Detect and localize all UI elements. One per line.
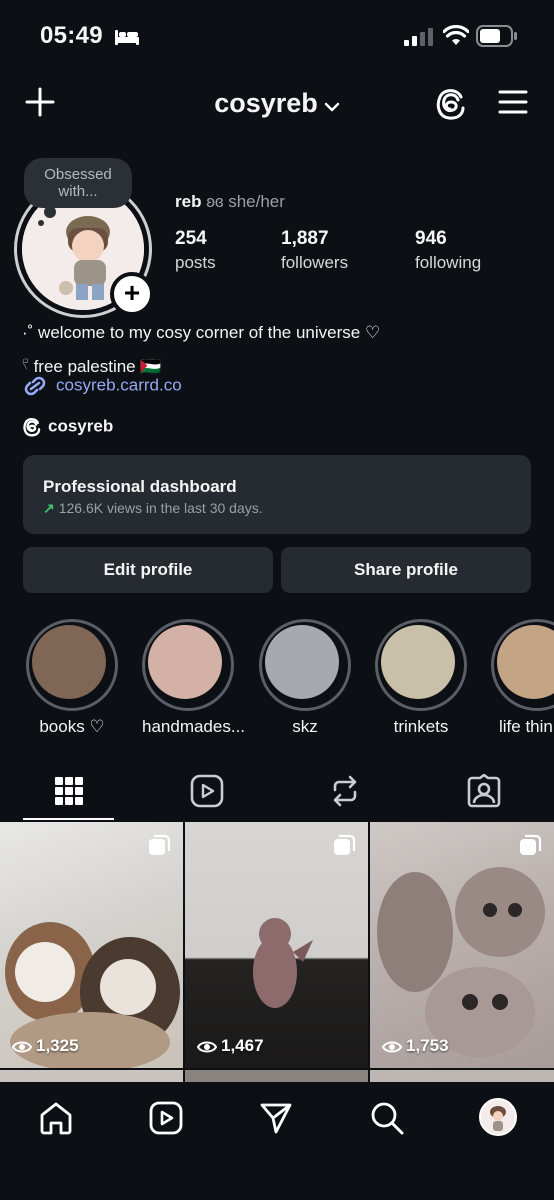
highlight-label: skz (292, 717, 318, 736)
note-tail-small (38, 220, 44, 226)
post-image-3 (377, 867, 545, 1057)
highlight-ring (375, 619, 467, 711)
pronouns: she/her (228, 192, 285, 211)
tab-reels[interactable] (184, 772, 229, 810)
link-icon (24, 376, 46, 396)
nav-home[interactable] (36, 1098, 76, 1138)
highlight-cover (32, 625, 106, 699)
post-views: 1,325 (11, 1036, 79, 1056)
post-tile-1[interactable]: 1,325 (0, 822, 183, 1068)
highlight-books[interactable]: books ♡ (26, 619, 118, 737)
post-tile-2[interactable]: 1,467 (185, 822, 368, 1068)
display-name: reb (175, 192, 202, 211)
eye-icon (196, 1041, 218, 1053)
nav-reels[interactable] (146, 1098, 186, 1138)
home-icon (40, 1102, 72, 1135)
stat-followers[interactable]: 1,887 followers (281, 228, 348, 273)
threads-handle: cosyreb (48, 416, 114, 436)
highlight-trinkets[interactable]: trinkets (375, 619, 467, 737)
highlight-label: books ♡ (39, 717, 105, 736)
post-views: 1,753 (381, 1036, 449, 1056)
nav-search[interactable] (367, 1098, 407, 1138)
tab-grid[interactable] (46, 772, 91, 810)
highlight-cover (497, 625, 554, 699)
post-tile-3[interactable]: 1,753 (370, 822, 554, 1068)
username-switcher[interactable]: cosyreb (0, 88, 554, 120)
post-views-count: 1,467 (221, 1036, 264, 1055)
nav-messages[interactable] (256, 1098, 296, 1138)
profile-note-bubble[interactable]: Obsessed with... (24, 158, 132, 208)
nav-profile-avatar[interactable] (479, 1098, 517, 1136)
highlight-ring (259, 619, 351, 711)
display-name-row: reb ʚɞ she/her (175, 192, 285, 212)
edit-profile-button[interactable]: Edit profile (23, 547, 273, 593)
post-image-2 (253, 918, 313, 1008)
reposts-icon (333, 775, 356, 807)
eye-icon (381, 1041, 403, 1053)
battery-icon (476, 25, 517, 47)
cellular-signal-icon (404, 28, 433, 46)
tagged-icon (467, 774, 500, 808)
highlight-ring (491, 619, 554, 711)
stat-value: 254 (175, 228, 207, 249)
carousel-icon (334, 834, 356, 855)
active-tab-indicator (23, 818, 114, 820)
stat-following[interactable]: 946 following (415, 228, 481, 273)
post-views-count: 1,325 (36, 1036, 79, 1055)
trend-up-arrow-icon: ↗ (43, 500, 55, 516)
share-profile-button[interactable]: Share profile (281, 547, 531, 593)
threads-icon (23, 417, 41, 437)
stat-value: 1,887 (281, 228, 329, 249)
carousel-icon (149, 834, 171, 855)
dashboard-title: Professional dashboard (43, 477, 237, 496)
stat-label: following (415, 253, 482, 272)
reels-icon (190, 774, 223, 808)
highlight-life-things[interactable]: life thin (491, 619, 554, 737)
search-icon (371, 1102, 404, 1135)
stat-value: 946 (415, 228, 447, 249)
status-time: 05:49 (40, 22, 103, 49)
post-image-1 (5, 922, 180, 1068)
menu-icon[interactable] (498, 88, 528, 116)
tab-tagged[interactable] (461, 772, 506, 810)
highlight-ring (142, 619, 234, 711)
name-symbol: ʚɞ (206, 192, 224, 211)
stat-label: followers (281, 253, 349, 272)
highlight-ring (26, 619, 118, 711)
bio-line-1: ·˚ welcome to my cosy corner of the univ… (22, 323, 381, 342)
highlight-label: life thin (499, 717, 553, 736)
stat-posts[interactable]: 254 posts (175, 228, 216, 273)
post-views: 1,467 (196, 1036, 264, 1056)
tab-reposts[interactable] (322, 772, 367, 810)
eye-icon (11, 1041, 33, 1053)
post-views-count: 1,753 (406, 1036, 449, 1055)
profile-avatar-mini (481, 1100, 515, 1134)
sleep-focus-icon (115, 30, 139, 45)
highlight-label: trinkets (393, 717, 449, 736)
reels-icon (149, 1101, 183, 1135)
grid-icon (54, 777, 83, 805)
bio-link-text: cosyreb.carrd.co (56, 375, 182, 395)
stat-label: posts (175, 253, 216, 272)
send-icon (260, 1103, 292, 1134)
professional-dashboard-card[interactable]: Professional dashboard ↗ 126.6K views in … (23, 455, 531, 534)
chevron-down-icon (324, 89, 340, 120)
highlight-cover (265, 625, 339, 699)
bio-link[interactable]: cosyreb.carrd.co (22, 374, 182, 398)
add-story-plus-icon[interactable]: + (110, 272, 154, 316)
dashboard-subtitle: 126.6K views in the last 30 days. (58, 500, 263, 516)
carousel-icon (520, 834, 542, 855)
dashboard-subtitle-row: ↗ 126.6K views in the last 30 days. (43, 500, 511, 517)
threads-icon[interactable] (434, 86, 468, 122)
highlight-cover (381, 625, 455, 699)
highlight-handmades[interactable]: handmades... (142, 619, 246, 737)
wifi-icon (443, 25, 469, 45)
highlight-label: handmades... (142, 717, 246, 736)
highlight-skz[interactable]: skz (259, 619, 351, 737)
note-tail-large (44, 206, 56, 218)
header-username: cosyreb (214, 88, 318, 118)
highlight-cover (148, 625, 222, 699)
threads-badge[interactable]: cosyreb (22, 416, 113, 438)
